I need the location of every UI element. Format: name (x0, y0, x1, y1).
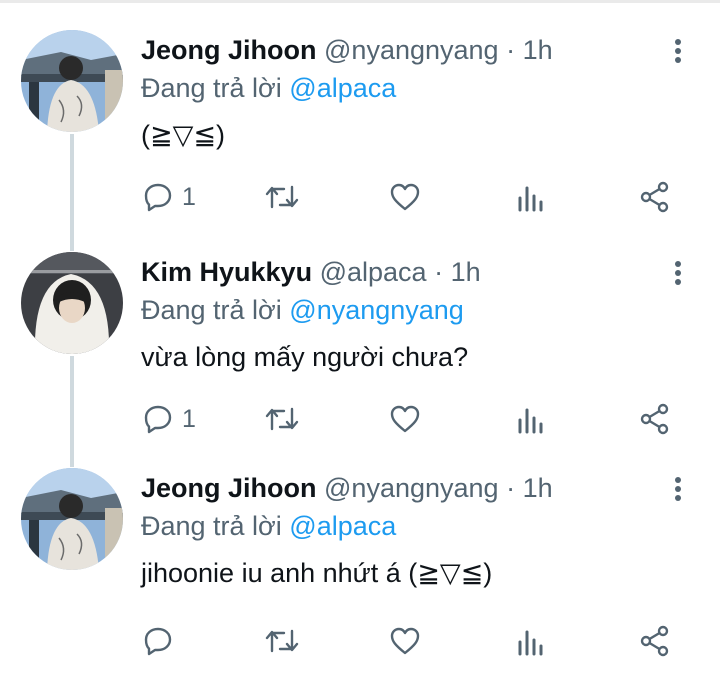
user-handle[interactable]: @alpaca (320, 257, 427, 287)
display-name[interactable]: Jeong Jihoon (141, 35, 317, 65)
tweet-header: Kim Hyukkyu @alpaca · 1h (141, 252, 481, 292)
comment-icon (142, 403, 174, 435)
timestamp[interactable]: 1h (523, 473, 553, 503)
more-vertical-icon[interactable] (664, 34, 692, 68)
like-button[interactable] (389, 176, 421, 218)
views-button[interactable] (517, 398, 545, 440)
tweet[interactable]: Kim Hyukkyu @alpaca · 1h Đang trả lời @n… (0, 252, 720, 452)
reply-button[interactable] (142, 620, 182, 662)
retweet-button[interactable] (264, 176, 300, 218)
reply-count: 1 (182, 404, 196, 433)
tweet-text: (≧▽≦) (141, 120, 225, 150)
share-icon (639, 625, 671, 657)
tweet-actions: 1 (0, 176, 720, 218)
avatar[interactable] (21, 30, 123, 132)
tweet[interactable]: Jeong Jihoon @nyangnyang · 1h Đang trả l… (0, 468, 720, 668)
reply-prefix: Đang trả lời (141, 295, 282, 325)
tweet-header: Jeong Jihoon @nyangnyang · 1h (141, 30, 553, 70)
reply-mention-link[interactable]: @alpaca (289, 73, 396, 103)
analytics-icon (517, 182, 545, 212)
avatar[interactable] (21, 468, 123, 570)
user-handle[interactable]: @nyangnyang (324, 35, 499, 65)
share-button[interactable] (639, 398, 671, 440)
tweet[interactable]: Jeong Jihoon @nyangnyang · 1h Đang trả l… (0, 30, 720, 230)
display-name[interactable]: Jeong Jihoon (141, 473, 317, 503)
retweet-button[interactable] (264, 620, 300, 662)
top-divider (0, 0, 720, 3)
analytics-icon (517, 404, 545, 434)
reply-context: Đang trả lời @nyangnyang (141, 290, 464, 330)
reply-context: Đang trả lời @alpaca (141, 506, 396, 546)
views-button[interactable] (517, 176, 545, 218)
reply-mention-link[interactable]: @nyangnyang (289, 295, 464, 325)
tweet-header: Jeong Jihoon @nyangnyang · 1h (141, 468, 553, 508)
analytics-icon (517, 626, 545, 656)
retweet-icon (264, 181, 300, 213)
heart-icon (389, 182, 421, 212)
separator: · (434, 257, 444, 287)
retweet-button[interactable] (264, 398, 300, 440)
more-vertical-icon[interactable] (664, 472, 692, 506)
reply-mention-link[interactable]: @alpaca (289, 511, 396, 541)
comment-icon (142, 625, 174, 657)
heart-icon (389, 626, 421, 656)
reply-prefix: Đang trả lời (141, 511, 282, 541)
comment-icon (142, 181, 174, 213)
retweet-icon (264, 403, 300, 435)
reply-button[interactable]: 1 (142, 398, 196, 440)
timestamp[interactable]: 1h (451, 257, 481, 287)
separator: · (506, 473, 516, 503)
share-button[interactable] (639, 176, 671, 218)
heart-icon (389, 404, 421, 434)
timestamp[interactable]: 1h (523, 35, 553, 65)
share-button[interactable] (639, 620, 671, 662)
retweet-icon (264, 625, 300, 657)
reply-context: Đang trả lời @alpaca (141, 68, 396, 108)
avatar[interactable] (21, 252, 123, 354)
user-handle[interactable]: @nyangnyang (324, 473, 499, 503)
tweet-text: jihoonie iu anh nhứt á (≧▽≦) (141, 558, 493, 588)
tweet-text: vừa lòng mấy người chưa? (141, 342, 469, 372)
display-name[interactable]: Kim Hyukkyu (141, 257, 312, 287)
tweet-actions (0, 620, 720, 662)
reply-prefix: Đang trả lời (141, 73, 282, 103)
views-button[interactable] (517, 620, 545, 662)
more-vertical-icon[interactable] (664, 256, 692, 290)
like-button[interactable] (389, 398, 421, 440)
separator: · (506, 35, 516, 65)
like-button[interactable] (389, 620, 421, 662)
share-icon (639, 403, 671, 435)
reply-button[interactable]: 1 (142, 176, 196, 218)
tweet-actions: 1 (0, 398, 720, 440)
reply-count: 1 (182, 182, 196, 211)
share-icon (639, 181, 671, 213)
